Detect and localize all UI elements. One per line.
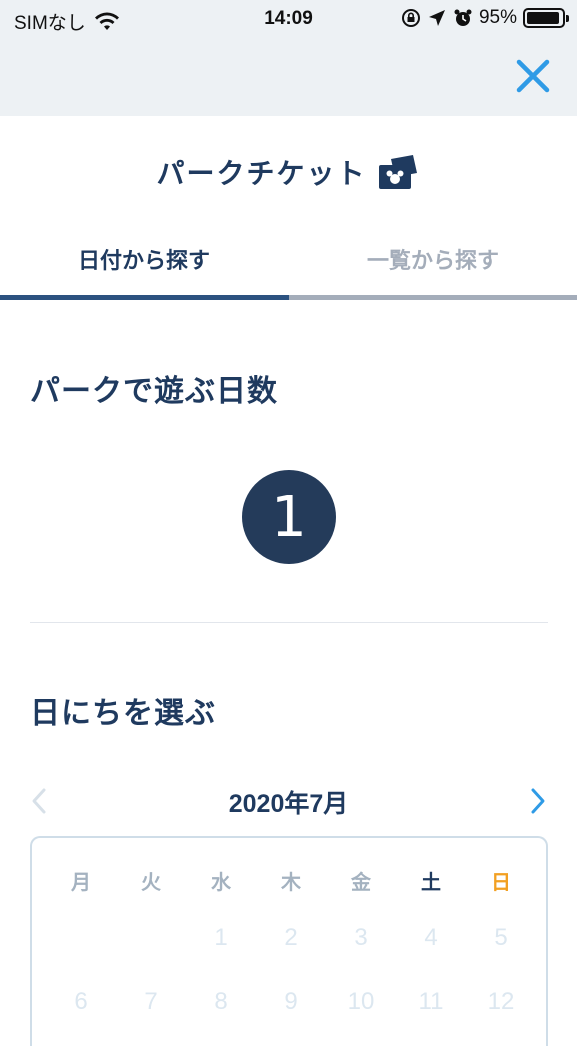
chevron-right-icon[interactable] bbox=[527, 786, 549, 816]
battery-fill bbox=[527, 12, 560, 24]
weekday-wed: 水 bbox=[211, 870, 231, 894]
ticket-icon bbox=[378, 155, 417, 189]
alarm-icon bbox=[454, 9, 472, 26]
battery-percent: 95% bbox=[478, 7, 517, 28]
month-label: 2020年7月 bbox=[228, 790, 349, 818]
month-navigation: 2020年7月 bbox=[0, 778, 577, 824]
calendar: 月 火 水 木 金 土 日 1 2 3 4 5 6 7 8 9 10 11 12 bbox=[30, 836, 548, 1046]
weekday-sun: 日 bbox=[491, 870, 511, 894]
calendar-day-cell[interactable]: 6 bbox=[46, 988, 116, 1016]
tab-search-by-list[interactable]: 一覧から探す bbox=[289, 240, 577, 298]
calendar-day-cell bbox=[116, 924, 186, 952]
section-divider bbox=[30, 622, 548, 623]
calendar-day-cell[interactable]: 4 bbox=[396, 924, 466, 952]
page-title-text: パークチケット bbox=[156, 157, 367, 190]
calendar-day-cell[interactable]: 12 bbox=[466, 988, 536, 1016]
calendar-day-cell[interactable]: 7 bbox=[116, 988, 186, 1016]
status-right: 95% bbox=[401, 7, 569, 29]
calendar-day-cell[interactable]: 1 bbox=[186, 924, 256, 952]
calendar-day-cell[interactable]: 10 bbox=[326, 988, 396, 1016]
calendar-week-row: 1 2 3 4 5 bbox=[46, 924, 536, 952]
page-title: パークチケット bbox=[0, 152, 577, 192]
calendar-day-cell[interactable]: 3 bbox=[326, 924, 396, 952]
calendar-day-cell[interactable]: 2 bbox=[256, 924, 326, 952]
calendar-day-cell bbox=[46, 924, 116, 952]
status-bar: SIMなし 14:09 95% bbox=[0, 0, 577, 38]
search-tabs: 日付から探す 一覧から探す bbox=[0, 240, 577, 302]
calendar-day-cell[interactable]: 8 bbox=[186, 988, 256, 1016]
calendar-day-cell[interactable]: 9 bbox=[256, 988, 326, 1016]
weekday-thu: 木 bbox=[281, 870, 301, 894]
weekday-sat: 土 bbox=[421, 870, 441, 894]
close-icon[interactable] bbox=[513, 56, 553, 96]
weekday-tue: 火 bbox=[141, 870, 161, 894]
tab-indicator-inactive bbox=[289, 295, 577, 300]
battery-icon bbox=[523, 8, 569, 28]
calendar-day-cell[interactable]: 5 bbox=[466, 924, 536, 952]
modal-header bbox=[0, 38, 577, 116]
date-section-title: 日にちを選ぶ bbox=[30, 696, 216, 731]
day-count-selector[interactable]: 1 bbox=[242, 470, 336, 564]
calendar-weekday-header: 月 火 水 木 金 土 日 bbox=[46, 866, 536, 895]
tab-search-by-date[interactable]: 日付から探す bbox=[0, 240, 288, 298]
calendar-day-cell[interactable]: 11 bbox=[396, 988, 466, 1016]
rotation-lock-icon bbox=[401, 9, 420, 27]
days-section-title: パークで遊ぶ日数 bbox=[30, 374, 278, 409]
calendar-week-row: 6 7 8 9 10 11 12 bbox=[46, 988, 536, 1016]
location-arrow-icon bbox=[428, 10, 445, 26]
weekday-mon: 月 bbox=[71, 870, 91, 894]
weekday-fri: 金 bbox=[351, 870, 371, 894]
tab-indicator-active bbox=[0, 295, 289, 300]
